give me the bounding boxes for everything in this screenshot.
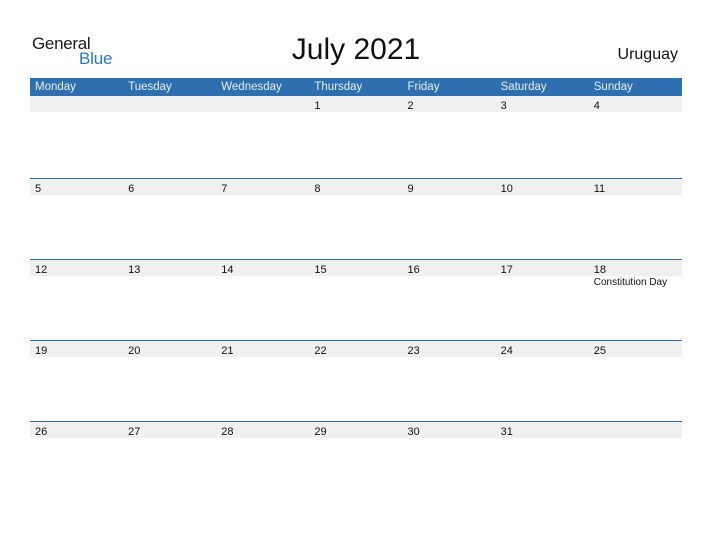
day-number: 22: [314, 345, 327, 357]
day-number: 11: [593, 183, 606, 195]
week-row: 5 6 7 8 9 10 11: [30, 178, 682, 259]
calendar-grid: Monday Tuesday Wednesday Thursday Friday…: [30, 78, 682, 502]
day-cell: 16: [403, 260, 496, 276]
weekday-sunday: Sunday: [593, 81, 633, 93]
day-number: 28: [221, 426, 234, 438]
day-cell: 24: [496, 341, 589, 357]
week-date-bar: 26 27 28 29 30 31: [30, 421, 682, 438]
day-number: 27: [128, 426, 141, 438]
day-cell: 29: [309, 422, 402, 438]
day-cell: 13: [123, 260, 216, 276]
week-date-bar: 12 13 14 15 16 17 18 Constitution Day: [30, 259, 682, 288]
day-number: 1: [314, 100, 321, 112]
week-row: 19 20 21 22 23 24 25: [30, 340, 682, 421]
day-number: 2: [407, 100, 414, 112]
day-number: 16: [407, 264, 420, 276]
week-date-bar: 5 6 7 8 9 10 11: [30, 178, 682, 195]
day-cell: 1: [309, 96, 402, 112]
day-cell: 7: [216, 179, 309, 195]
day-cell: 18 Constitution Day: [589, 260, 682, 288]
day-cell: [216, 96, 309, 112]
day-cell: 25: [589, 341, 682, 357]
day-number: 15: [314, 264, 327, 276]
day-number: 4: [593, 100, 600, 112]
day-number: 25: [593, 345, 606, 357]
day-number: 5: [35, 183, 42, 195]
week-date-bar: 19 20 21 22 23 24 25: [30, 340, 682, 357]
holiday-label: Constitution Day: [593, 277, 668, 288]
week-row: 12 13 14 15 16 17 18 Constitution Day: [30, 259, 682, 340]
day-number: 23: [407, 345, 420, 357]
day-number: 21: [221, 345, 234, 357]
weekday-header: Monday Tuesday Wednesday Thursday Friday…: [30, 78, 682, 96]
day-number: 30: [407, 426, 420, 438]
day-number: 29: [314, 426, 327, 438]
weekday-tuesday: Tuesday: [128, 81, 172, 93]
weekday-friday: Friday: [407, 81, 440, 93]
day-cell: 21: [216, 341, 309, 357]
calendar-title: July 2021: [291, 33, 421, 66]
day-number: 19: [35, 345, 48, 357]
day-cell: 2: [403, 96, 496, 112]
day-cell: 14: [216, 260, 309, 276]
day-cell: 5: [30, 179, 123, 195]
country-label: Uruguay: [617, 46, 678, 63]
day-number: 17: [500, 264, 513, 276]
day-number: 12: [35, 264, 48, 276]
day-number: 26: [35, 426, 48, 438]
day-cell: 23: [403, 341, 496, 357]
day-cell: 19: [30, 341, 123, 357]
day-cell: 30: [403, 422, 496, 438]
day-number: 8: [314, 183, 321, 195]
day-cell: [123, 96, 216, 112]
day-number: 7: [221, 183, 228, 195]
day-number: 9: [407, 183, 414, 195]
day-cell: 22: [309, 341, 402, 357]
day-number: 24: [500, 345, 513, 357]
day-number: 31: [500, 426, 513, 438]
weekday-thursday: Thursday: [314, 81, 363, 93]
day-cell: 6: [123, 179, 216, 195]
weeks-container: 1 2 3 4 5 6 7 8 9 10 11 12 13 14 15 16 17 18 Constitution …: [30, 96, 682, 502]
week-row: 1 2 3 4: [30, 96, 682, 178]
day-cell: 4: [589, 96, 682, 112]
day-number: 6: [128, 183, 135, 195]
week-row: 26 27 28 29 30 31: [30, 421, 682, 502]
day-cell: 3: [496, 96, 589, 112]
week-date-bar: 1 2 3 4: [30, 96, 682, 112]
day-cell: 27: [123, 422, 216, 438]
day-cell: [589, 422, 682, 438]
day-number: 14: [221, 264, 234, 276]
day-cell: 31: [496, 422, 589, 438]
day-cell: 26: [30, 422, 123, 438]
day-cell: [30, 96, 123, 112]
day-number: 10: [500, 183, 513, 195]
day-number: 3: [500, 100, 507, 112]
day-number: 20: [128, 345, 141, 357]
day-cell: 9: [403, 179, 496, 195]
day-cell: 10: [496, 179, 589, 195]
weekday-monday: Monday: [35, 81, 76, 93]
day-number: 18: [593, 264, 606, 276]
weekday-wednesday: Wednesday: [221, 81, 282, 93]
day-cell: 20: [123, 341, 216, 357]
day-number: 13: [128, 264, 141, 276]
day-cell: 8: [309, 179, 402, 195]
day-cell: 28: [216, 422, 309, 438]
day-cell: 11: [589, 179, 682, 195]
day-cell: 15: [309, 260, 402, 276]
weekday-saturday: Saturday: [500, 81, 547, 93]
day-cell: 12: [30, 260, 123, 276]
day-cell: 17: [496, 260, 589, 276]
